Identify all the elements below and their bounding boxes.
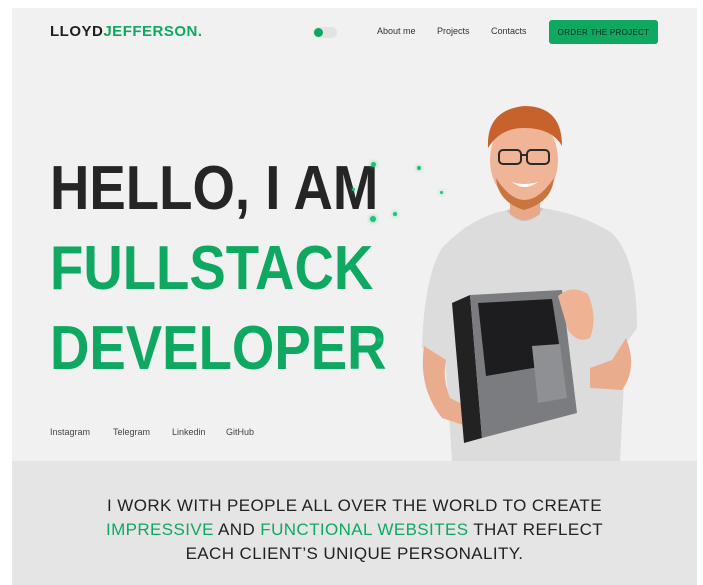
particle <box>352 188 355 191</box>
social-github[interactable]: GitHub <box>226 427 254 437</box>
nav-about[interactable]: About me <box>377 26 416 36</box>
tagline-line2: IMPRESSIVE AND FUNCTIONAL WEBSITES THAT … <box>12 518 697 542</box>
tagline-and: AND <box>213 520 261 539</box>
developer-photo <box>422 106 637 461</box>
tagline-line3: EACH CLIENT’S UNIQUE PERSONALITY. <box>185 544 524 563</box>
tagline-highlight-impressive: IMPRESSIVE <box>105 520 214 539</box>
toggle-knob <box>314 28 323 37</box>
particle <box>371 162 376 167</box>
order-project-button[interactable]: ORDER THE PROJECT <box>549 20 658 44</box>
logo[interactable]: LLOYDJEFFERSON. <box>50 23 203 40</box>
logo-last-name: JEFFERSON. <box>103 23 203 40</box>
tagline: I WORK WITH PEOPLE ALL OVER THE WORLD TO… <box>12 494 697 566</box>
social-instagram[interactable]: Instagram <box>50 427 90 437</box>
tagline-reflect: THAT REFLECT <box>468 520 604 539</box>
particle <box>370 216 376 222</box>
social-linkedin[interactable]: Linkedin <box>172 427 206 437</box>
intro-band: I WORK WITH PEOPLE ALL OVER THE WORLD TO… <box>12 461 697 585</box>
particle <box>378 338 381 341</box>
header: LLOYDJEFFERSON. About me Projects Contac… <box>12 8 697 56</box>
theme-toggle[interactable] <box>313 27 337 38</box>
particle <box>393 212 397 216</box>
tagline-line1: I WORK WITH PEOPLE ALL OVER THE WORLD TO… <box>107 496 602 515</box>
hero-heading-line1: HELLO, I AM <box>50 154 379 223</box>
nav-contacts[interactable]: Contacts <box>491 26 527 36</box>
logo-first-name: LLOYD <box>50 23 104 40</box>
page: LLOYDJEFFERSON. About me Projects Contac… <box>12 8 697 585</box>
hero-heading-line2: FULLSTACK <box>50 234 374 303</box>
nav-projects[interactable]: Projects <box>437 26 470 36</box>
social-telegram[interactable]: Telegram <box>113 427 150 437</box>
tagline-highlight-functional: FUNCTIONAL WEBSITES <box>260 520 469 539</box>
hero-heading-line3: DEVELOPER <box>50 314 387 383</box>
